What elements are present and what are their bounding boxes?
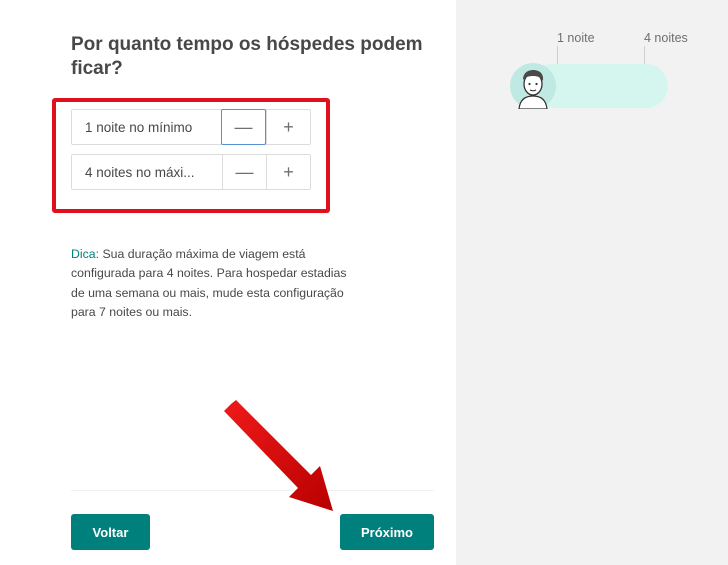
tip-text: Dica: Sua duração máxima de viagem está …: [71, 245, 361, 322]
highlight-annotation-box: [52, 98, 330, 213]
tip-body: Sua duração máxima de viagem está config…: [71, 247, 347, 319]
footer-divider: [71, 490, 434, 491]
page-title: Por quanto tempo os hóspedes podem ficar…: [71, 34, 423, 79]
min-nights-range-label: 1 noite: [557, 31, 595, 45]
person-avatar-icon: [510, 63, 556, 109]
tip-label: Dica:: [71, 247, 100, 261]
next-button[interactable]: Próximo: [340, 514, 434, 550]
back-button[interactable]: Voltar: [71, 514, 150, 550]
max-nights-range-label: 4 noites: [644, 31, 688, 45]
